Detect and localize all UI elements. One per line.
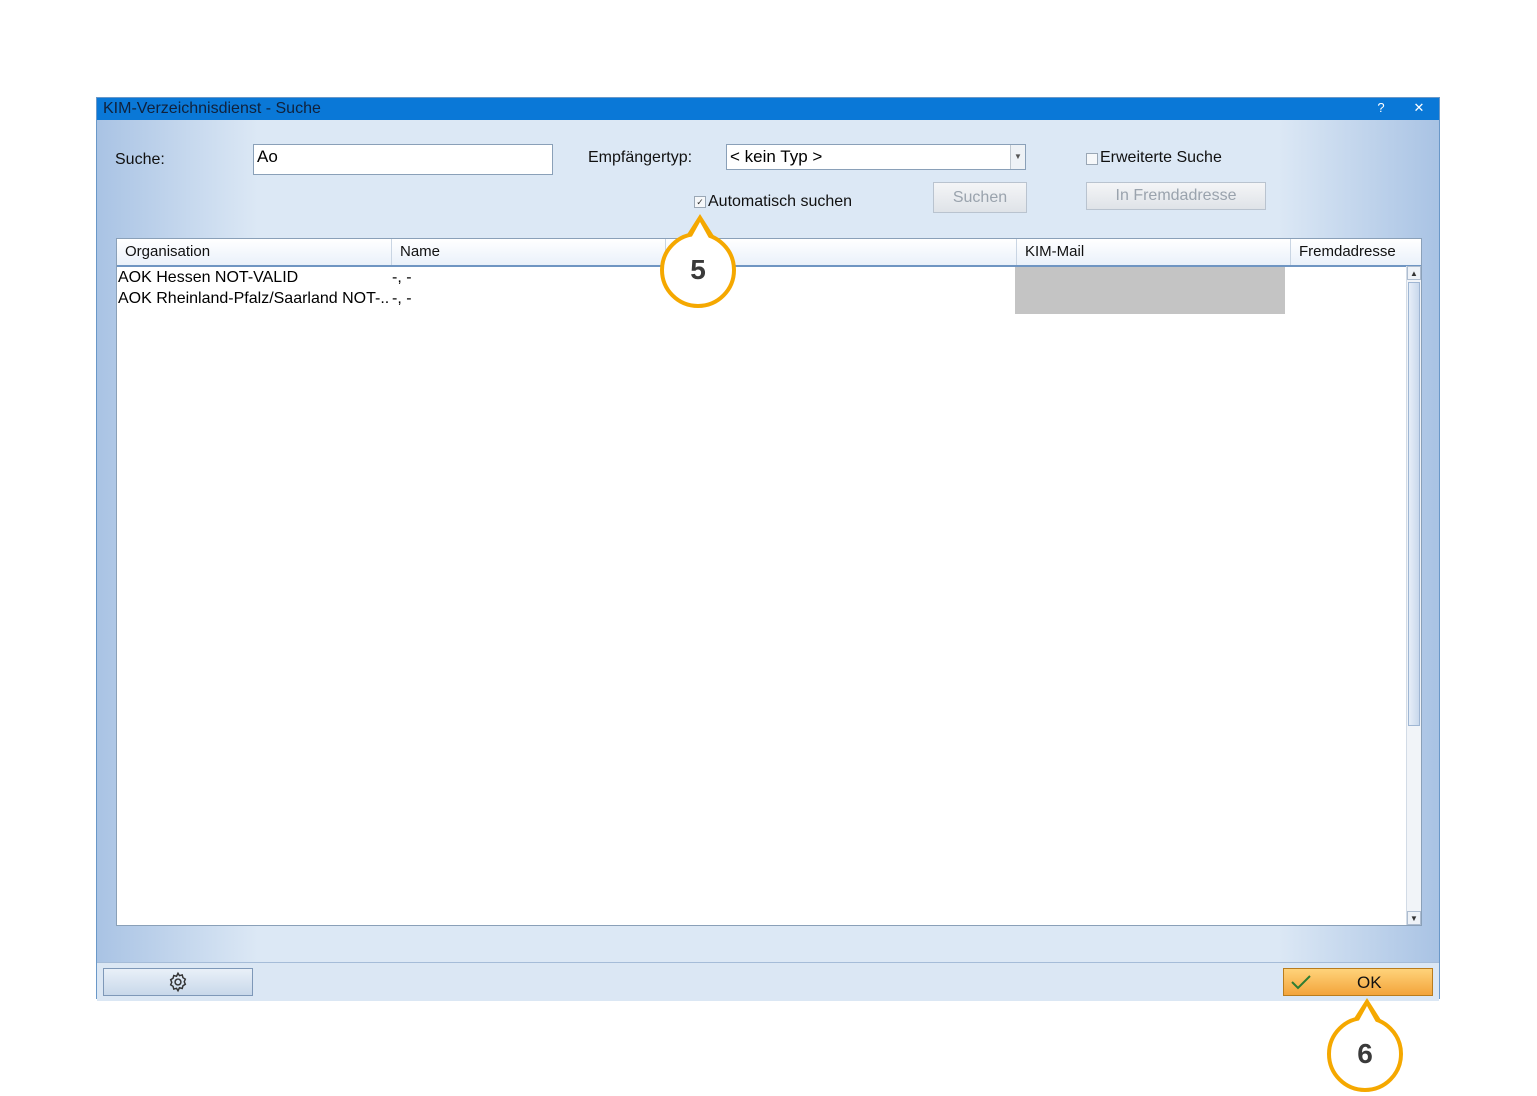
search-button[interactable]: Suchen — [933, 182, 1027, 213]
kim-search-dialog: KIM-Verzeichnisdienst - Suche ? ✕ Suche:… — [96, 97, 1440, 1001]
ok-label: OK — [1357, 973, 1382, 992]
table-row[interactable]: AOK Hessen NOT-VALID -, - — [118, 269, 412, 289]
cell-name: -, - — [392, 269, 412, 286]
help-button[interactable]: ? — [1371, 100, 1391, 115]
recipient-type-select[interactable]: < kein Typ > ▼ — [726, 144, 1026, 170]
extended-search-checkbox[interactable] — [1086, 153, 1098, 165]
foreign-address-button[interactable]: In Fremdadresse — [1086, 182, 1266, 210]
cell-organisation: AOK Rheinland-Pfalz/Saarland NOT-.. — [118, 290, 390, 307]
auto-search-label: Automatisch suchen — [708, 193, 853, 210]
callout-pointer-inner — [1357, 1006, 1377, 1024]
recipient-type-label: Empfängertyp: — [588, 149, 693, 166]
vertical-scrollbar[interactable]: ▲ ▼ — [1406, 266, 1421, 925]
col-kim-mail[interactable]: KIM-Mail — [1017, 239, 1291, 265]
settings-button[interactable] — [103, 968, 253, 996]
gear-icon — [169, 971, 187, 993]
search-input[interactable]: Ao — [253, 144, 553, 175]
col-name[interactable]: Name — [392, 239, 666, 265]
callout-number: 6 — [1357, 1038, 1373, 1069]
extended-search-label: Erweiterte Suche — [1100, 149, 1222, 166]
ok-button[interactable]: OK — [1283, 968, 1433, 996]
scroll-up-icon[interactable]: ▲ — [1407, 266, 1421, 280]
redacted-kim-mail — [1015, 267, 1285, 314]
dialog-footer: OK — [97, 962, 1439, 1001]
titlebar: KIM-Verzeichnisdienst - Suche ? ✕ — [97, 98, 1439, 120]
col-foreign-address[interactable]: Fremdadresse — [1291, 239, 1421, 265]
callout-pointer-inner — [690, 222, 710, 240]
results-table: Organisation Name KIM-Mail Fremdadresse … — [116, 238, 1422, 926]
auto-search-checkbox[interactable]: ✓ — [694, 196, 706, 208]
step-callout-5: 5 — [660, 214, 736, 308]
step-callout-6: 6 — [1327, 998, 1403, 1092]
recipient-type-value: < kein Typ > — [730, 147, 823, 166]
checkmark-icon — [1291, 975, 1311, 990]
callout-number: 5 — [690, 254, 706, 285]
table-row[interactable]: AOK Rheinland-Pfalz/Saarland NOT-.. -, - — [118, 290, 412, 310]
window-title: KIM-Verzeichnisdienst - Suche — [103, 100, 321, 117]
table-header: Organisation Name KIM-Mail Fremdadresse — [117, 239, 1421, 267]
col-organisation[interactable]: Organisation — [117, 239, 392, 265]
search-label: Suche: — [115, 151, 165, 168]
scroll-down-icon[interactable]: ▼ — [1407, 911, 1421, 925]
cell-name: -, - — [392, 290, 412, 307]
cell-organisation: AOK Hessen NOT-VALID — [118, 269, 299, 286]
chevron-down-icon[interactable]: ▼ — [1010, 145, 1025, 169]
scroll-thumb[interactable] — [1408, 282, 1420, 726]
close-button[interactable]: ✕ — [1409, 100, 1429, 116]
